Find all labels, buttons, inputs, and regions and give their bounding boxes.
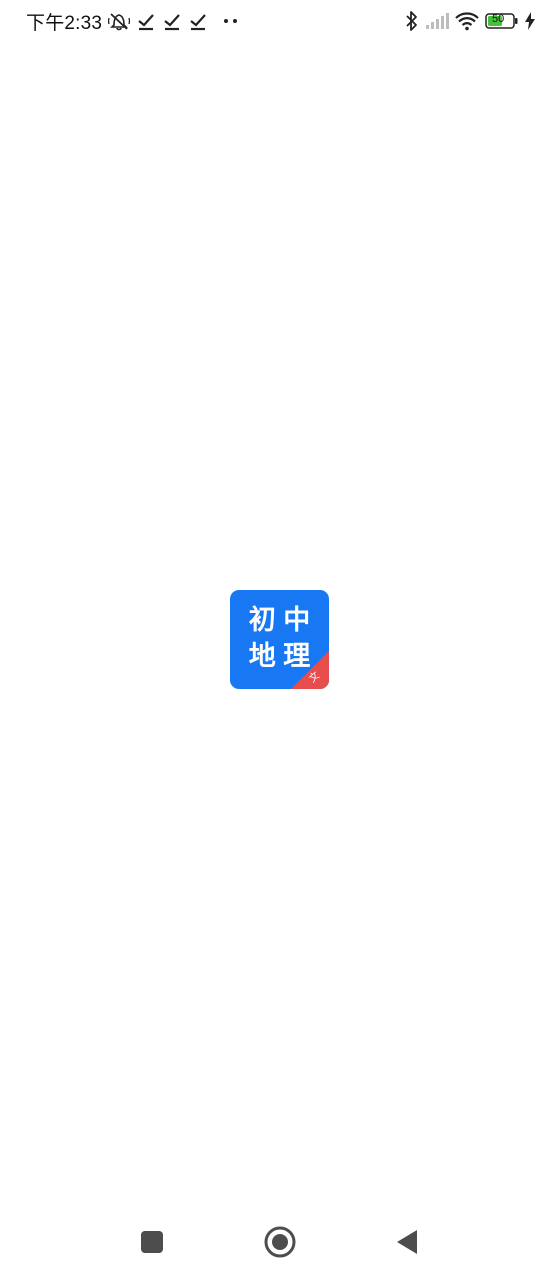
check-icon [162,11,182,31]
back-icon [393,1228,419,1256]
mute-icon [108,11,131,31]
app-icon-char-3: 地 [248,641,276,673]
back-button[interactable] [388,1224,424,1260]
app-icon[interactable]: 初 中 地 理 文 [230,590,329,689]
home-button[interactable] [262,1224,298,1260]
wifi-icon [455,11,479,31]
recent-apps-icon [140,1230,164,1254]
status-bar: 下午2:33 50 [0,0,559,40]
signal-icon [425,12,449,30]
home-icon [264,1226,296,1258]
status-right: 50 [405,10,535,32]
check-icon [136,11,156,31]
check-icon [188,11,208,31]
battery-level: 50 [492,13,505,25]
battery-icon: 50 [485,12,519,30]
app-icon-char-1: 初 [248,604,276,636]
more-dots-icon [222,17,240,25]
bluetooth-icon [405,10,419,32]
navigation-bar [0,1204,559,1280]
recent-apps-button[interactable] [134,1224,170,1260]
app-icon-char-2: 中 [283,604,311,636]
charging-icon [525,12,535,30]
status-time: 下午2:33 [26,12,103,34]
status-left: 下午2:33 [26,10,240,34]
